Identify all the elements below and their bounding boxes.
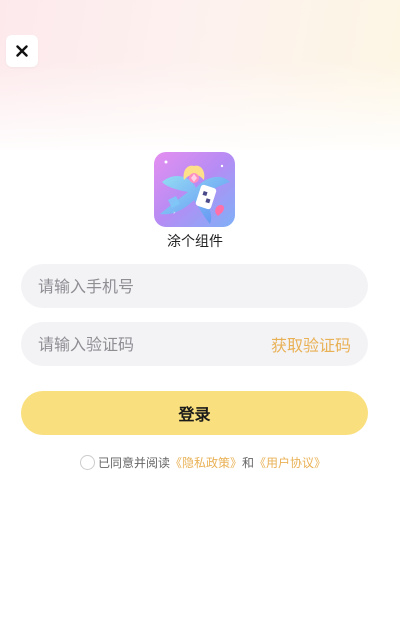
- login-button[interactable]: 登录: [21, 391, 368, 435]
- close-button[interactable]: [6, 35, 38, 67]
- app-name: 涂个组件: [167, 234, 223, 250]
- close-icon: [16, 45, 28, 57]
- get-code-button[interactable]: 获取验证码: [271, 332, 351, 356]
- code-field[interactable]: 获取验证码: [21, 322, 368, 366]
- privacy-policy-link[interactable]: 《隐私政策》: [170, 454, 242, 471]
- agreement-prefix: 已同意并阅读: [98, 455, 171, 470]
- agreement-row: 已同意并阅读 《隐私政策》 和 《用户协议》: [80, 453, 326, 471]
- phone-input[interactable]: [38, 276, 351, 296]
- app-logo-icon: [154, 152, 235, 227]
- code-input[interactable]: [38, 334, 271, 354]
- agreement-conjunction: 和: [242, 455, 255, 470]
- phone-field[interactable]: [21, 264, 368, 308]
- user-agreement-link[interactable]: 《用户协议》: [254, 454, 326, 471]
- header-fade: [0, 60, 400, 160]
- agreement-checkbox[interactable]: [80, 454, 95, 470]
